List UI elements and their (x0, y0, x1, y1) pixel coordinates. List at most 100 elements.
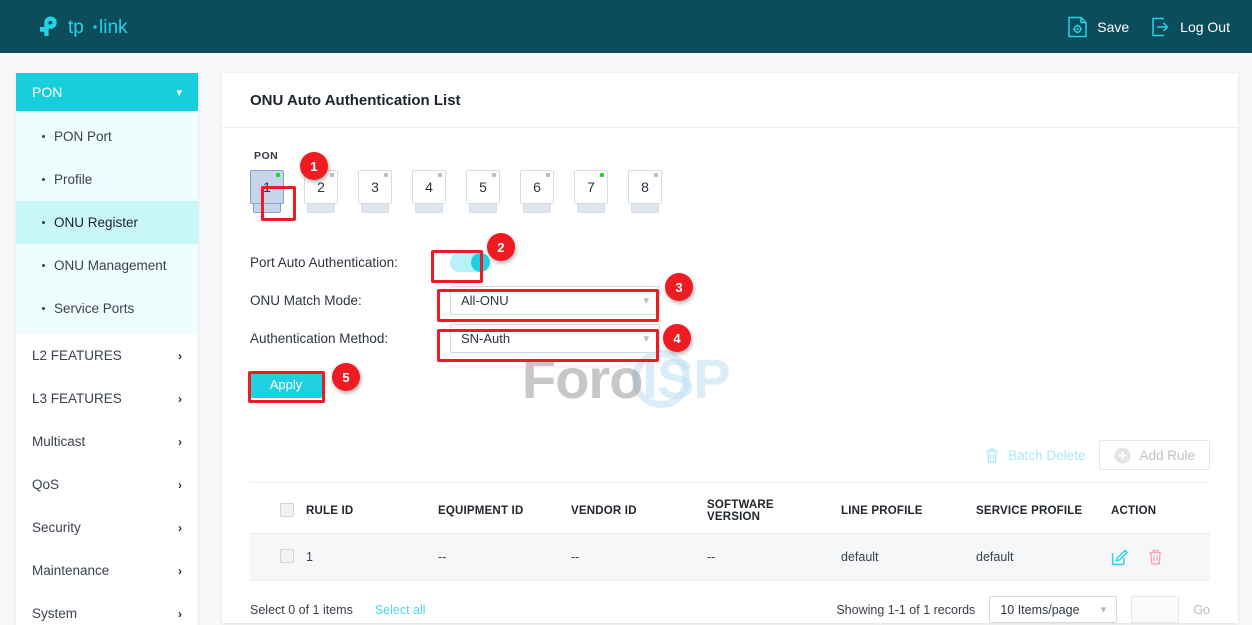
pon-port-5[interactable]: 5 (466, 170, 500, 213)
sidebar-item-label: ONU Management (54, 258, 167, 273)
table-body: 1 -- -- -- default default (250, 533, 1210, 581)
pon-port-box: 5 (466, 170, 500, 204)
table-row[interactable]: 1 -- -- -- default default (250, 533, 1210, 581)
sidebar-group-pon-label: PON (32, 84, 63, 100)
items-per-page-select[interactable]: 10 Items/page ▾ (989, 596, 1118, 623)
onu-match-mode-value: All-ONU (461, 292, 509, 308)
authentication-method-value: SN-Auth (461, 330, 511, 346)
bullet-icon (42, 135, 45, 138)
cell-line-profile: default (841, 533, 976, 581)
go-button[interactable]: Go (1193, 603, 1210, 617)
column-line-profile: LINE PROFILE (841, 489, 976, 534)
select-all-link[interactable]: Select all (375, 603, 426, 617)
row-port-auto-authentication: Port Auto Authentication: (250, 243, 1210, 281)
chevron-down-icon: ▾ (643, 294, 649, 307)
pon-port-7[interactable]: 7 (574, 170, 608, 213)
pon-port-base (307, 204, 335, 213)
sidebar-group-security[interactable]: Security › (16, 506, 198, 549)
sidebar-group-label: System (32, 606, 78, 621)
status-led-icon (384, 173, 388, 177)
app-root: tp link Save Log Out PON ▾ PON Port Prof… (0, 0, 1252, 625)
sidebar-group-system[interactable]: System › (16, 592, 198, 625)
chevron-right-icon: › (178, 563, 182, 578)
pon-port-number: 8 (641, 179, 649, 195)
authentication-method-label: Authentication Method: (250, 330, 389, 346)
sidebar-group-l3-features[interactable]: L3 FEATURES › (16, 377, 198, 420)
sidebar-group-pon[interactable]: PON ▾ (16, 73, 198, 111)
apply-button[interactable]: Apply (250, 371, 322, 398)
status-led-icon (492, 173, 496, 177)
card-body: ForoISP PON 1 2 3 4 5 6 7 8 Port Auto Au… (222, 150, 1238, 623)
batch-delete-label: Batch Delete (1008, 447, 1086, 463)
sidebar-item-label: PON Port (54, 129, 112, 144)
annotation-badge-2: 2 (487, 233, 515, 261)
sidebar-group-l2-features[interactable]: L2 FEATURES › (16, 334, 198, 377)
port-auto-auth-label: Port Auto Authentication: (250, 254, 398, 270)
cell-equipment-id: -- (438, 533, 571, 581)
add-rule-button[interactable]: Add Rule (1099, 440, 1210, 470)
logout-arrow-icon (1152, 17, 1169, 36)
pon-port-number: 7 (587, 179, 595, 195)
edit-pencil-icon[interactable] (1111, 548, 1129, 566)
annotation-badge-3: 3 (665, 273, 693, 301)
table-head: RULE ID EQUIPMENT ID VENDOR ID SOFTWARE … (250, 489, 1210, 534)
sidebar-item-service-ports[interactable]: Service Ports (16, 287, 198, 330)
cell-rule-id: 1 (306, 533, 438, 581)
sidebar-group-label: L2 FEATURES (32, 348, 122, 363)
chevron-right-icon: › (178, 606, 182, 621)
pon-port-number: 4 (425, 179, 433, 195)
trash-icon[interactable] (1147, 548, 1164, 566)
batch-delete-button[interactable]: Batch Delete (984, 447, 1085, 464)
sidebar-group-maintenance[interactable]: Maintenance › (16, 549, 198, 592)
sidebar-group-label: Multicast (32, 434, 86, 449)
chevron-right-icon: › (178, 434, 182, 449)
pon-port-8[interactable]: 8 (628, 170, 662, 213)
toggle-knob (471, 252, 490, 272)
row-authentication-method: Authentication Method: SN-Auth ▾ (250, 319, 1210, 357)
bullet-icon (42, 221, 45, 224)
sidebar-group-label: Security (32, 520, 81, 535)
pon-port-3[interactable]: 3 (358, 170, 392, 213)
pon-port-number: 6 (533, 179, 541, 195)
sidebar-group-qos[interactable]: QoS › (16, 463, 198, 506)
sidebar-item-onu-register[interactable]: ONU Register (16, 201, 198, 244)
authentication-method-select[interactable]: SN-Auth ▾ (450, 323, 660, 353)
pon-port-4[interactable]: 4 (412, 170, 446, 213)
column-vendor-id: VENDOR ID (571, 489, 707, 534)
sidebar-item-pon-port[interactable]: PON Port (16, 115, 198, 158)
sidebar-subnav: PON Port Profile ONU Register ONU Manage… (16, 111, 198, 334)
pon-port-number: 3 (371, 179, 379, 195)
sidebar-item-onu-management[interactable]: ONU Management (16, 244, 198, 287)
row-apply: Apply (250, 371, 1210, 398)
row-checkbox[interactable] (280, 548, 294, 563)
cell-vendor-id: -- (571, 533, 707, 581)
status-led-icon (276, 173, 280, 177)
save-button[interactable]: Save (1067, 16, 1129, 38)
pon-port-1[interactable]: 1 (250, 170, 284, 213)
onu-match-mode-select[interactable]: All-ONU ▾ (450, 285, 660, 315)
status-led-icon (330, 173, 334, 177)
column-action: ACTION (1111, 489, 1210, 534)
port-auto-auth-toggle[interactable] (450, 252, 490, 272)
page-number-input[interactable] (1131, 596, 1180, 623)
pon-port-6[interactable]: 6 (520, 170, 554, 213)
tplink-logo[interactable]: tp link (36, 14, 150, 40)
table-footer: Select 0 of 1 items Select all Showing 1… (250, 596, 1210, 623)
trash-icon (986, 448, 998, 463)
pon-port-number: 5 (479, 179, 487, 195)
bullet-icon (42, 264, 45, 267)
select-all-header (250, 489, 306, 534)
pon-port-list: 1 2 3 4 5 6 7 8 (250, 170, 1210, 213)
annotation-badge-5: 5 (332, 363, 360, 391)
chevron-right-icon: › (178, 348, 182, 363)
chevron-right-icon: › (178, 391, 182, 406)
main-content-card: ONU Auto Authentication List ForoISP PON… (222, 73, 1238, 623)
pon-port-base (469, 204, 497, 213)
logout-button[interactable]: Log Out (1151, 17, 1230, 37)
records-status: Showing 1-1 of 1 records (836, 602, 976, 617)
items-per-page-value: 10 Items/page (1000, 602, 1080, 617)
sidebar-item-profile[interactable]: Profile (16, 158, 198, 201)
select-all-checkbox[interactable] (280, 502, 294, 517)
sidebar-item-label: Profile (54, 172, 93, 187)
sidebar-group-multicast[interactable]: Multicast › (16, 420, 198, 463)
